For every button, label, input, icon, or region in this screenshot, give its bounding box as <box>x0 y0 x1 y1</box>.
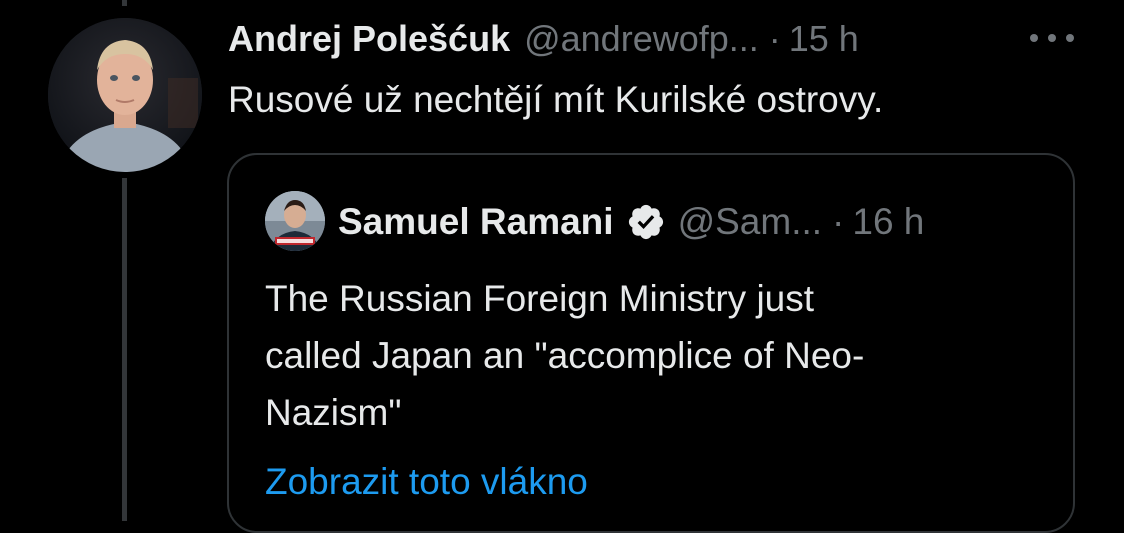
tweet-text: Rusové už nechtějí mít Kurilské ostrovy. <box>228 79 884 120</box>
quoted-header-separator: · <box>832 201 845 242</box>
header-separator: · <box>768 18 781 59</box>
show-thread-link[interactable]: Zobrazit toto vlákno <box>265 456 588 508</box>
more-dot <box>1030 34 1038 42</box>
more-dots-icon[interactable] <box>1030 24 1074 52</box>
verified-badge-icon <box>628 204 663 240</box>
quoted-author-handle: @Sam... <box>677 201 823 242</box>
quoted-tweet-text: The Russian Foreign Ministry just called… <box>265 278 865 433</box>
quoted-author-avatar <box>265 191 325 251</box>
quoted-tweet-header: Samuel Ramani @Sam... · 16 h <box>338 198 924 246</box>
quoted-author-name: Samuel Ramani <box>338 201 614 242</box>
tweet-timestamp[interactable]: 15 h <box>789 18 859 60</box>
more-dot <box>1048 34 1056 42</box>
more-dot <box>1066 34 1074 42</box>
author-handle[interactable]: @andrewofp... <box>524 18 759 60</box>
user-photo-icon <box>48 18 202 172</box>
thread-connector-line <box>122 178 127 521</box>
thread-connector-top <box>122 0 127 6</box>
author-name[interactable]: Andrej Polešćuk <box>228 18 510 60</box>
tweet-header: Andrej Polešćuk @andrewofp... · 15 h <box>228 16 859 62</box>
quoted-tweet-timestamp: 16 h <box>852 201 925 242</box>
author-avatar[interactable] <box>48 18 202 172</box>
quoted-user-photo-icon <box>265 191 325 251</box>
